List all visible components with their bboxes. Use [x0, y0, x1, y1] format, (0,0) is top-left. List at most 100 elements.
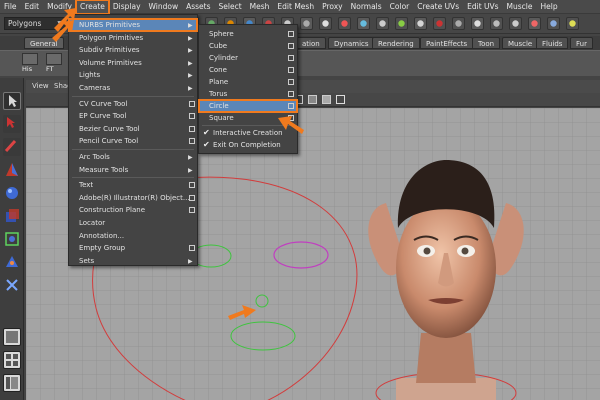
- option-box-icon[interactable]: [189, 125, 195, 132]
- menu-help[interactable]: Help: [537, 0, 562, 14]
- option-box-icon[interactable]: [189, 100, 195, 107]
- isolate-select-icon[interactable]: [336, 95, 345, 104]
- status-tool-icon[interactable]: [376, 17, 389, 30]
- create-menu-item-bezier-curve-tool[interactable]: Bezier Curve Tool: [69, 123, 197, 135]
- outliner-layout-icon[interactable]: [3, 374, 21, 392]
- option-box-icon[interactable]: [288, 103, 294, 109]
- menu-edit[interactable]: Edit: [21, 0, 44, 14]
- last-tool-icon[interactable]: [3, 276, 21, 294]
- shelf-tab-rendering[interactable]: Rendering: [372, 37, 420, 49]
- history-icon[interactable]: [22, 53, 38, 65]
- create-menu-item-label: Arc Tools: [79, 153, 110, 161]
- nurbs-item-cube[interactable]: Cube: [199, 40, 297, 52]
- create-menu-item-adobe-r-illustrator-r-object[interactable]: Adobe(R) Illustrator(R) Object...: [69, 192, 197, 204]
- status-tool-icon[interactable]: [547, 17, 560, 30]
- status-tool-icon[interactable]: [338, 17, 351, 30]
- smooth-shade-icon[interactable]: [308, 95, 317, 104]
- create-menu-item-measure-tools[interactable]: Measure Tools: [69, 164, 197, 176]
- create-menu-item-cameras[interactable]: Cameras: [69, 82, 197, 94]
- nurbs-item-torus[interactable]: Torus: [199, 88, 297, 100]
- menu-edit-uvs[interactable]: Edit UVs: [463, 0, 502, 14]
- option-box-icon[interactable]: [189, 245, 195, 252]
- status-tool-icon[interactable]: [357, 17, 370, 30]
- create-menu-item-polygon-primitives[interactable]: Polygon Primitives: [69, 32, 197, 44]
- option-box-icon[interactable]: [189, 194, 195, 201]
- option-box-icon[interactable]: [189, 138, 195, 145]
- create-menu-item-text[interactable]: Text: [69, 179, 197, 191]
- lasso-tool-icon[interactable]: [3, 115, 21, 133]
- manipulator-tool-icon[interactable]: [3, 230, 21, 248]
- option-box-icon[interactable]: [189, 113, 195, 120]
- menu-window[interactable]: Window: [145, 0, 183, 14]
- status-tool-icon[interactable]: [414, 17, 427, 30]
- create-menu-item-arc-tools[interactable]: Arc Tools: [69, 151, 197, 163]
- create-menu-item-sets[interactable]: Sets: [69, 255, 197, 267]
- shelf-tab-dynamics[interactable]: Dynamics: [328, 37, 375, 49]
- status-tool-icon[interactable]: [319, 17, 332, 30]
- create-menu-item-annotation[interactable]: Annotation...: [69, 230, 197, 242]
- option-box-icon[interactable]: [189, 207, 195, 214]
- option-box-icon[interactable]: [288, 91, 294, 97]
- paint-select-tool-icon[interactable]: [3, 138, 21, 156]
- status-tool-icon[interactable]: [566, 17, 579, 30]
- status-tool-icon[interactable]: [452, 17, 465, 30]
- menu-mesh[interactable]: Mesh: [246, 0, 274, 14]
- option-box-icon[interactable]: [288, 79, 294, 85]
- create-menu-item-empty-group[interactable]: Empty Group: [69, 242, 197, 254]
- status-tool-icon[interactable]: [509, 17, 522, 30]
- textured-icon[interactable]: [322, 95, 331, 104]
- shelf-tab-muscle[interactable]: Muscle: [502, 37, 539, 49]
- create-menu-item-locator[interactable]: Locator: [69, 217, 197, 229]
- nurbs-item-exit-on-completion[interactable]: Exit On Completion: [199, 139, 297, 151]
- create-menu-item-lights[interactable]: Lights: [69, 69, 197, 81]
- rotate-tool-icon[interactable]: [3, 184, 21, 202]
- menu-select[interactable]: Select: [215, 0, 246, 14]
- option-box-icon[interactable]: [288, 67, 294, 73]
- single-pane-layout-icon[interactable]: [3, 328, 21, 346]
- shelf-tab-toon[interactable]: Toon: [472, 37, 501, 49]
- create-menu-item-cv-curve-tool[interactable]: CV Curve Tool: [69, 98, 197, 110]
- menu-proxy[interactable]: Proxy: [318, 0, 347, 14]
- status-tool-icon[interactable]: [471, 17, 484, 30]
- select-tool-icon[interactable]: [3, 92, 21, 110]
- nurbs-item-cylinder[interactable]: Cylinder: [199, 52, 297, 64]
- menu-create-uvs[interactable]: Create UVs: [413, 0, 463, 14]
- nurbs-item-circle[interactable]: Circle: [198, 99, 298, 113]
- create-menu-item-pencil-curve-tool[interactable]: Pencil Curve Tool: [69, 135, 197, 147]
- move-tool-icon[interactable]: [3, 161, 21, 179]
- status-tool-icon[interactable]: [490, 17, 503, 30]
- create-menu-item-volume-primitives[interactable]: Volume Primitives: [69, 57, 197, 69]
- menu-file[interactable]: File: [0, 0, 21, 14]
- soft-mod-tool-icon[interactable]: [3, 253, 21, 271]
- freeze-transform-icon[interactable]: [46, 53, 62, 65]
- shelf-tab-ation[interactable]: ation: [296, 37, 326, 49]
- menu-edit-mesh[interactable]: Edit Mesh: [273, 0, 318, 14]
- shelf-tab-fluids[interactable]: Fluids: [536, 37, 569, 49]
- menu-muscle[interactable]: Muscle: [503, 0, 537, 14]
- status-tool-icon[interactable]: [528, 17, 541, 30]
- scale-tool-icon[interactable]: [3, 207, 21, 225]
- create-menu-item-construction-plane[interactable]: Construction Plane: [69, 204, 197, 216]
- menu-assets[interactable]: Assets: [182, 0, 214, 14]
- status-tool-icon[interactable]: [395, 17, 408, 30]
- create-menu-item-ep-curve-tool[interactable]: EP Curve Tool: [69, 110, 197, 122]
- status-tool-icon[interactable]: [433, 17, 446, 30]
- option-box-icon[interactable]: [288, 31, 294, 37]
- menu-normals[interactable]: Normals: [347, 0, 386, 14]
- nurbs-item-plane[interactable]: Plane: [199, 76, 297, 88]
- create-menu-item-nurbs-primitives[interactable]: NURBS Primitives: [68, 18, 198, 32]
- menu-display[interactable]: Display: [109, 0, 145, 14]
- option-box-icon[interactable]: [288, 55, 294, 61]
- nurbs-item-cone[interactable]: Cone: [199, 64, 297, 76]
- option-box-icon[interactable]: [288, 43, 294, 49]
- status-tool-icon[interactable]: [300, 17, 313, 30]
- shelf-tab-fur[interactable]: Fur: [570, 37, 593, 49]
- menu-create[interactable]: Create: [74, 0, 110, 15]
- menu-color[interactable]: Color: [386, 0, 414, 14]
- panel-menu-view[interactable]: View: [32, 80, 49, 93]
- create-menu-item-subdiv-primitives[interactable]: Subdiv Primitives: [69, 44, 197, 56]
- shelf-tab-painteffects[interactable]: PaintEffects: [420, 37, 474, 49]
- nurbs-item-sphere[interactable]: Sphere: [199, 28, 297, 40]
- option-box-icon[interactable]: [189, 182, 195, 189]
- four-pane-layout-icon[interactable]: [3, 351, 21, 369]
